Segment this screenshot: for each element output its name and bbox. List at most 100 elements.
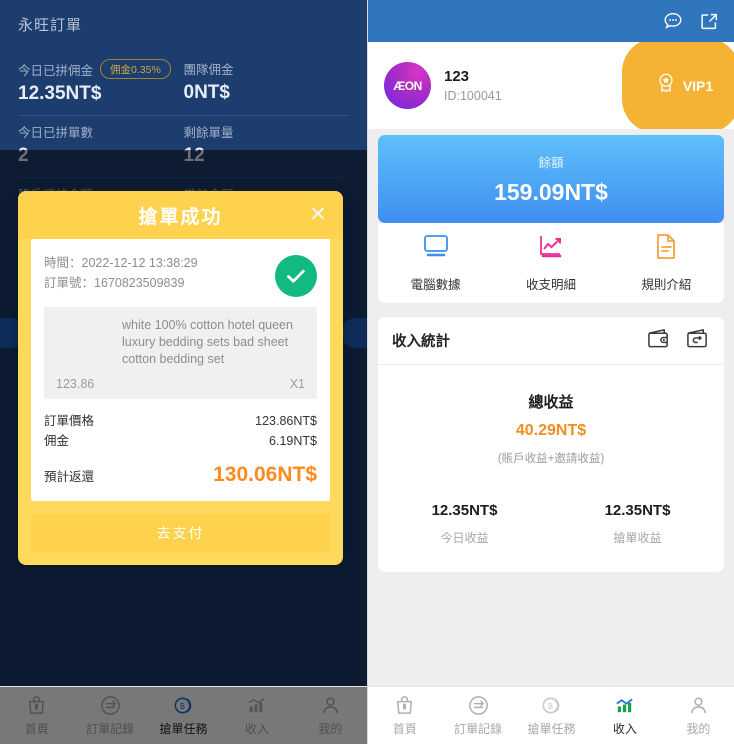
order-number-line: 訂單號：1670823509839: [44, 273, 259, 293]
user-name: 123: [444, 68, 470, 85]
summary-label: 今日已拼佣金 佣金0.35%: [18, 59, 184, 79]
summary-label-text: 剩餘單量: [183, 126, 234, 140]
income-split-label: 今日收益: [440, 531, 489, 545]
tab-label: 首頁: [24, 722, 49, 736]
balance-section: 餘額 159.09NT$: [368, 129, 734, 223]
coin-task-icon: B: [172, 694, 195, 717]
quick-action-computer-data[interactable]: 電腦數據: [378, 223, 493, 303]
income-statistics-title: 收入統計: [392, 334, 450, 350]
price-row-label: 佣金: [44, 434, 70, 448]
income-split-amount: 12.35NT$: [431, 502, 498, 519]
total-income-note: (賬戶收益+邀請收益): [497, 453, 605, 465]
order-number-value: 1670823509839: [94, 276, 185, 290]
expected-return-value: 130.06NT$: [213, 463, 317, 486]
quick-action-rules[interactable]: 規則介紹: [609, 223, 724, 303]
modal-body: 時間：2022-12-12 13:38:29 訂單號：1670823509839…: [31, 239, 330, 501]
monitor-icon: [421, 233, 451, 266]
expected-return-row: 預計返還 130.06NT$: [44, 463, 317, 487]
avatar-text: ÆON: [393, 78, 422, 93]
tab-label: 我的: [686, 722, 711, 736]
income-statistics-actions: [646, 327, 710, 355]
document-icon: [651, 233, 681, 266]
tab-order-record[interactable]: 訂單記錄: [73, 687, 146, 744]
summary-value: 12.35NT$: [18, 83, 102, 104]
order-record-icon: [99, 694, 122, 717]
product-price: 123.86: [56, 377, 95, 391]
tab-label: 我的: [318, 722, 343, 736]
price-row-value: 123.86NT$: [255, 414, 317, 428]
quick-action-transactions[interactable]: 收支明細: [493, 223, 608, 303]
quick-action-label: 規則介紹: [641, 278, 692, 292]
medal-star-icon: [655, 71, 677, 100]
wallet-withdraw-icon[interactable]: [685, 327, 710, 355]
tab-income[interactable]: 收入: [588, 687, 661, 744]
go-to-pay-button[interactable]: 去支付: [31, 514, 330, 552]
summary-label: 今日已拼單數: [18, 122, 184, 141]
tab-mine[interactable]: 我的: [662, 687, 734, 744]
close-icon[interactable]: ✕: [307, 204, 329, 226]
tab-label: 訂單記錄: [454, 722, 503, 736]
user-id: ID:100041: [444, 89, 502, 103]
order-time-label: 時間：: [44, 256, 82, 270]
tab-home[interactable]: 首頁: [0, 687, 73, 744]
trend-chart-icon: [536, 233, 566, 266]
product-quantity: X1: [289, 377, 305, 391]
bar-chart-icon: [613, 694, 636, 717]
commission-rate-badge: 佣金0.35%: [100, 59, 171, 79]
right-phone-screen: VIP1 ÆON 123 ID:100041 餘額 159.09NT$ 電腦數據: [367, 0, 734, 744]
summary-cell-team-commission: 團隊佣金 0NT$: [184, 59, 350, 105]
profile-card: VIP1 ÆON 123 ID:100041: [368, 42, 734, 129]
balance-value: 159.09NT$: [494, 179, 608, 205]
tab-label: 首頁: [392, 722, 417, 736]
quick-action-label: 收支明細: [525, 278, 576, 292]
modal-header: 搶單成功 ✕: [18, 191, 343, 239]
summary-label-text: 今日已拼佣金: [18, 63, 94, 78]
tab-grab-order[interactable]: B 搶單任務: [147, 687, 220, 744]
product-item: white 100% cotton hotel queen luxury bed…: [44, 307, 317, 399]
tab-mine[interactable]: 我的: [294, 687, 367, 744]
income-statistics-card: 收入統計 總收益 40.29NT$ (賬戶收益+邀請收益) 12.35NT$ 今…: [378, 317, 724, 572]
price-row-value: 6.19NT$: [269, 434, 317, 448]
summary-label: 團隊佣金: [184, 59, 350, 78]
income-split-amount: 12.35NT$: [604, 502, 671, 519]
price-row: 訂單價格 123.86NT$: [44, 411, 317, 431]
tab-home[interactable]: 首頁: [368, 687, 441, 744]
profile-info: 123 ID:100041: [444, 68, 502, 103]
total-income-label: 總收益: [528, 394, 574, 411]
tab-label: 訂單記錄: [86, 722, 135, 736]
modal-title: 搶單成功: [138, 206, 223, 228]
tab-order-record[interactable]: 訂單記錄: [441, 687, 514, 744]
income-statistics-header: 收入統計: [378, 317, 724, 365]
coin-task-icon: B: [540, 694, 563, 717]
summary-value: 0NT$: [183, 82, 230, 103]
price-row: 佣金 6.19NT$: [44, 431, 317, 451]
tab-label: 搶單任務: [159, 722, 208, 736]
vip-badge[interactable]: VIP1: [622, 42, 734, 129]
order-record-icon: [467, 694, 490, 717]
tab-grab-order[interactable]: B 搶單任務: [515, 687, 588, 744]
bar-chart-icon: [245, 694, 268, 717]
summary-row-1: 今日已拼佣金 佣金0.35% 12.35NT$ 團隊佣金 0NT$: [18, 53, 349, 116]
check-circle-icon: [275, 255, 317, 297]
tab-income[interactable]: 收入: [220, 687, 293, 744]
external-link-icon[interactable]: [698, 10, 720, 32]
avatar[interactable]: ÆON: [384, 62, 431, 109]
summary-label-text: 團隊佣金: [183, 63, 234, 77]
income-split-today: 12.35NT$ 今日收益: [378, 502, 551, 546]
chat-bubble-icon[interactable]: [662, 10, 684, 32]
income-split-grab: 12.35NT$ 搶單收益: [551, 502, 724, 546]
left-bottom-navigation: 首頁 訂單記錄 B 搶單任務 收入 我的: [0, 686, 367, 744]
balance-card: 餘額 159.09NT$: [378, 135, 724, 223]
bag-icon: [25, 694, 48, 717]
balance-label: 餘額: [538, 156, 564, 170]
user-icon: [687, 694, 710, 717]
right-bottom-navigation: 首頁 訂單記錄 B 搶單任務 收入 我的: [368, 686, 734, 744]
product-description: white 100% cotton hotel queen luxury bed…: [122, 318, 293, 366]
expected-return-label: 預計返還: [44, 469, 95, 484]
price-breakdown: 訂單價格 123.86NT$ 佣金 6.19NT$: [44, 411, 317, 451]
order-time-line: 時間：2022-12-12 13:38:29: [44, 253, 259, 273]
income-split-label: 搶單收益: [613, 531, 662, 545]
wallet-deposit-icon[interactable]: [646, 327, 671, 355]
svg-text:B: B: [548, 702, 553, 711]
grab-order-success-modal: 搶單成功 ✕ 時間：2022-12-12 13:38:29 訂單號：167082…: [18, 191, 343, 565]
